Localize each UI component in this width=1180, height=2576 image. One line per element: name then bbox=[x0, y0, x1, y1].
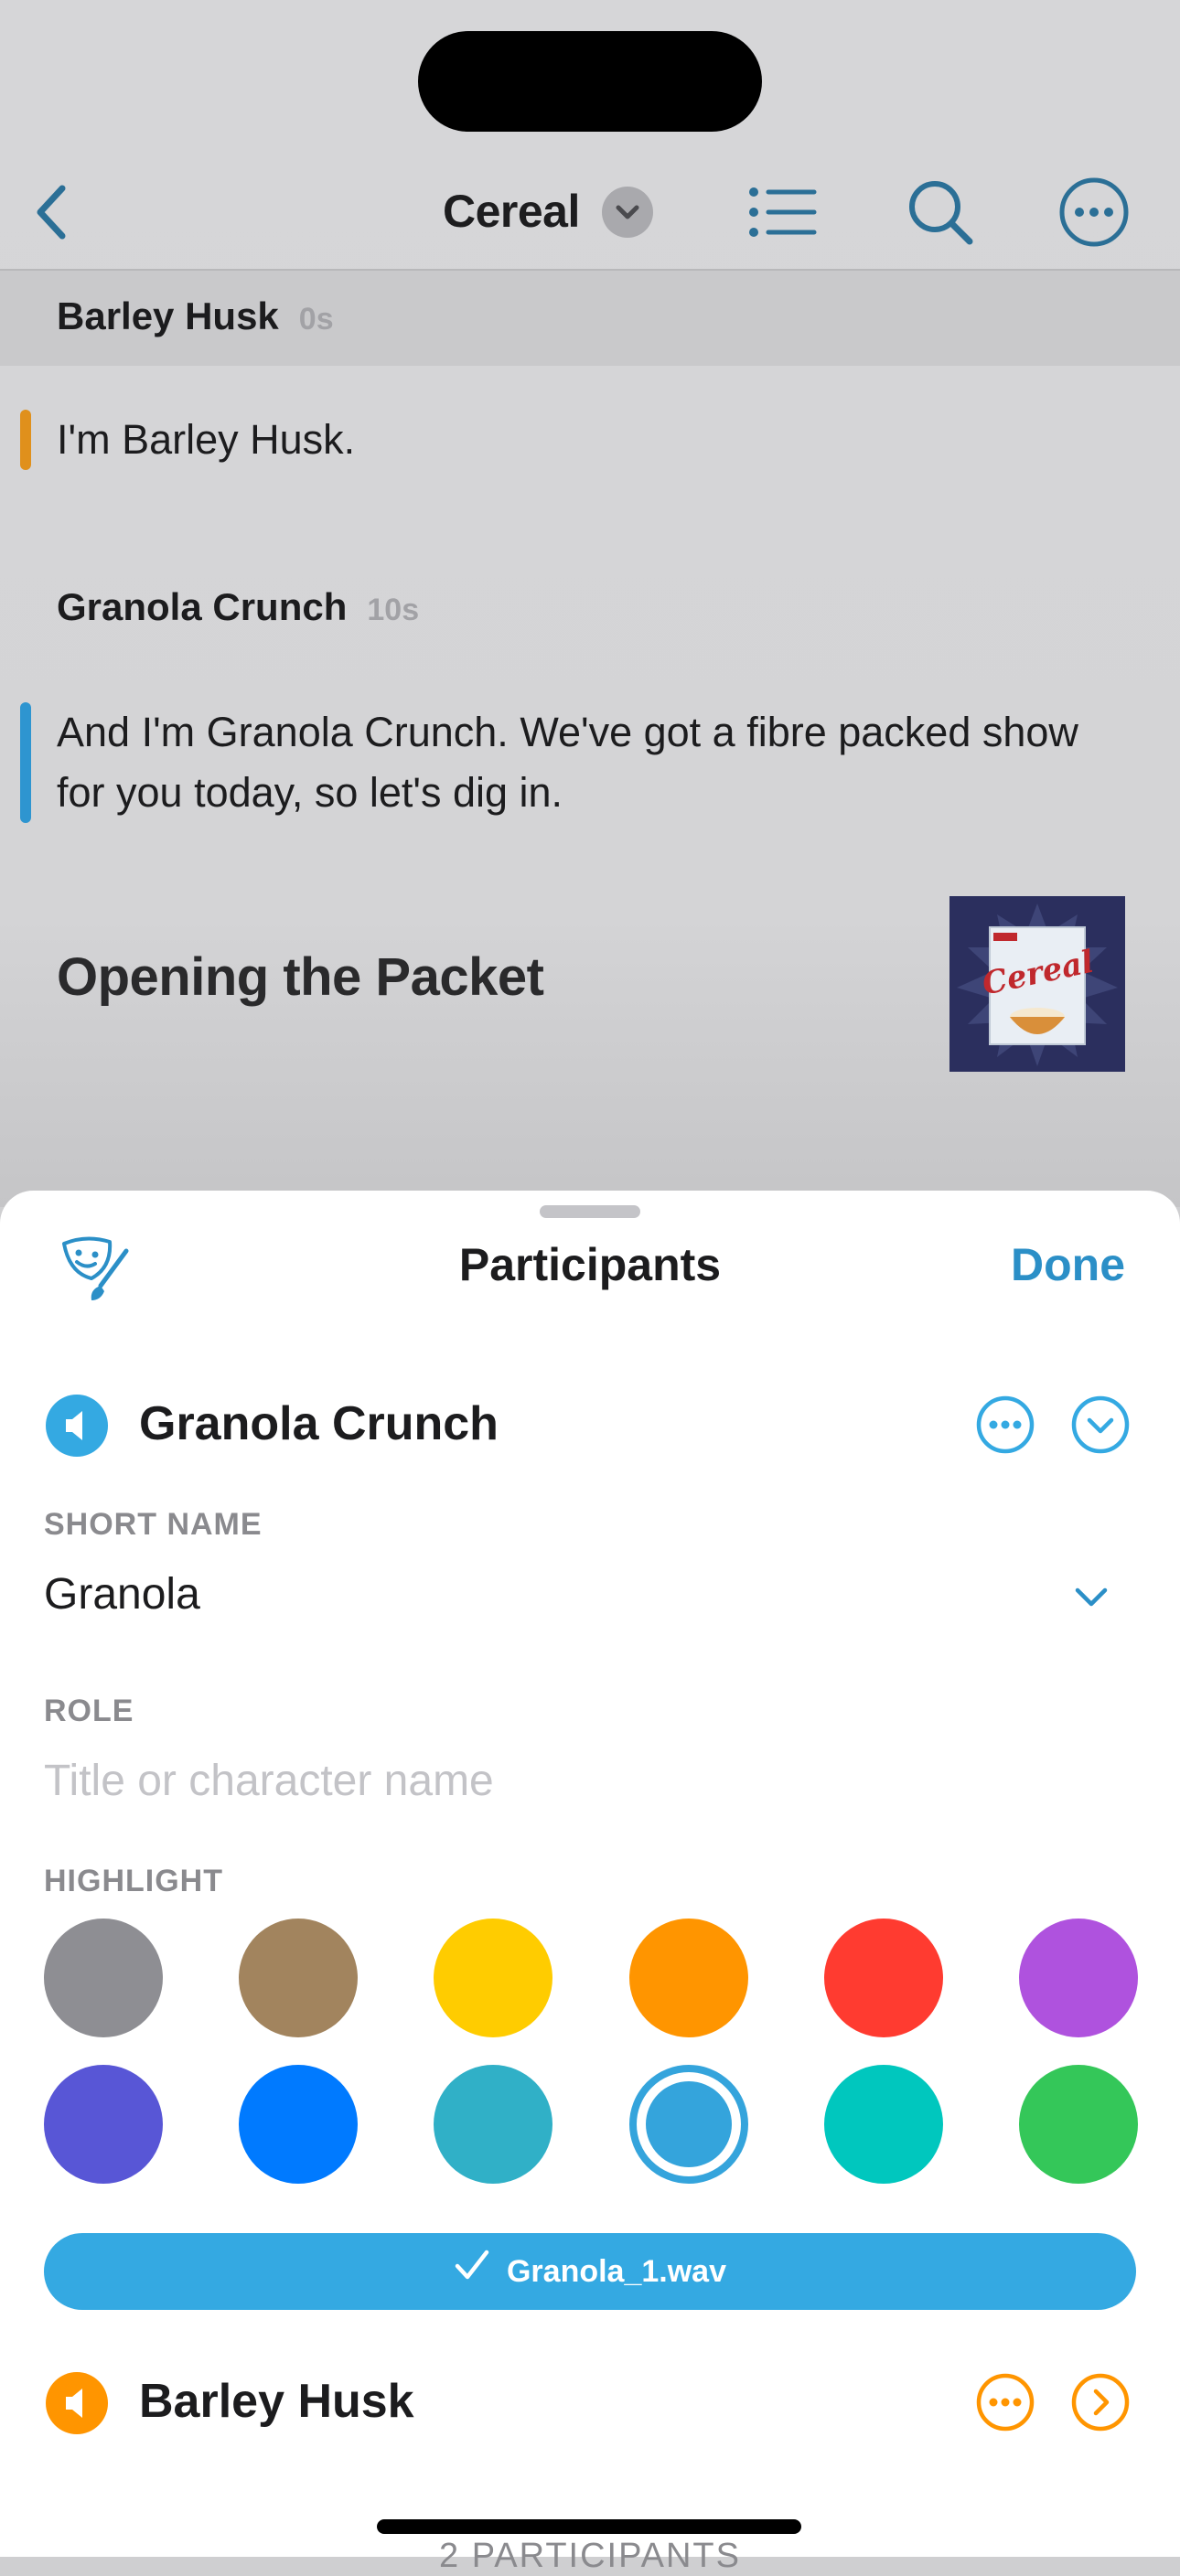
chevron-down-icon bbox=[1075, 1587, 1108, 1607]
checkmark-icon bbox=[454, 2235, 490, 2312]
highlight-color-swatch[interactable] bbox=[1019, 1919, 1138, 2037]
speaker-name-text: Barley Husk bbox=[57, 294, 279, 337]
speaker-icon bbox=[66, 1411, 82, 1440]
highlight-color-swatch[interactable] bbox=[239, 2065, 358, 2184]
done-button[interactable]: Done bbox=[1011, 1238, 1125, 1291]
speaker-name[interactable]: Barley Husk 0s bbox=[57, 294, 334, 338]
title-menu-button[interactable] bbox=[602, 187, 653, 238]
participant-row[interactable]: Granola Crunch bbox=[0, 1378, 1180, 1470]
participant-collapse-button[interactable] bbox=[1070, 1395, 1131, 1455]
audio-file-button[interactable]: Granola_1.wav bbox=[44, 2233, 1136, 2310]
highlight-color-swatch[interactable] bbox=[434, 1919, 552, 2037]
participant-row[interactable]: Barley Husk bbox=[0, 2356, 1180, 2447]
short-name-label: SHORT NAME bbox=[44, 1507, 263, 1542]
highlight-color-swatch[interactable] bbox=[44, 1919, 163, 2037]
navigation-bar: Cereal bbox=[0, 155, 1180, 271]
search-button[interactable] bbox=[902, 174, 979, 251]
role-label: ROLE bbox=[44, 1694, 134, 1728]
highlight-color-swatch[interactable] bbox=[629, 1919, 748, 2037]
participant-expand-button[interactable] bbox=[1070, 2372, 1131, 2432]
highlight-color-swatch[interactable] bbox=[824, 2065, 943, 2184]
participant-more-button[interactable] bbox=[975, 1395, 1035, 1455]
document-title[interactable]: Cereal bbox=[443, 179, 580, 243]
sheet-grabber[interactable] bbox=[540, 1205, 640, 1218]
short-name-field[interactable]: Granola bbox=[44, 1569, 200, 1619]
chevron-down-icon bbox=[616, 205, 639, 219]
utterance-text[interactable]: And I'm Granola Crunch. We've got a fibr… bbox=[57, 702, 1125, 823]
highlight-color-swatch[interactable] bbox=[1019, 2065, 1138, 2184]
ellipsis-circle-icon bbox=[976, 2373, 1035, 2432]
highlight-color-swatch[interactable] bbox=[239, 1919, 358, 2037]
search-icon bbox=[909, 181, 973, 245]
more-options-button[interactable] bbox=[1056, 174, 1132, 251]
list-icon bbox=[749, 187, 817, 237]
highlight-color-swatch[interactable] bbox=[629, 2065, 748, 2184]
current-speaker-header: Barley Husk 0s bbox=[0, 271, 1180, 366]
home-indicator[interactable] bbox=[377, 2519, 801, 2534]
speaker-audio-button[interactable] bbox=[46, 1395, 108, 1457]
highlight-label: HIGHLIGHT bbox=[44, 1864, 223, 1898]
participant-name: Granola Crunch bbox=[139, 1397, 499, 1450]
back-button[interactable] bbox=[27, 176, 82, 249]
speaker-timestamp: 10s bbox=[367, 593, 420, 627]
chapter-artwork[interactable]: Cereal bbox=[949, 896, 1125, 1072]
chevron-right-circle-icon bbox=[1071, 2373, 1130, 2432]
transcript-screen: Cereal Barley Husk 0s I'm Barley Husk. G… bbox=[0, 0, 1180, 1207]
chapters-list-button[interactable] bbox=[743, 176, 821, 249]
participant-name: Barley Husk bbox=[139, 2375, 414, 2428]
audio-file-name: Granola_1.wav bbox=[506, 2254, 726, 2289]
speaker-name[interactable]: Granola Crunch 10s bbox=[57, 585, 419, 629]
short-name-dropdown[interactable] bbox=[1070, 1576, 1112, 1618]
speaker-color-bar bbox=[20, 410, 31, 470]
speaker-timestamp: 0s bbox=[298, 302, 334, 337]
ellipsis-circle-icon bbox=[976, 1395, 1035, 1454]
highlight-color-swatch[interactable] bbox=[824, 1919, 943, 2037]
speaker-icon bbox=[66, 2389, 82, 2418]
role-field[interactable]: Title or character name bbox=[44, 1756, 494, 1806]
speaker-name-text: Granola Crunch bbox=[57, 585, 348, 628]
dynamic-island bbox=[418, 31, 762, 132]
cereal-box-image: Cereal bbox=[949, 896, 1125, 1072]
ellipsis-circle-icon bbox=[1059, 177, 1129, 247]
participant-more-button[interactable] bbox=[975, 2372, 1035, 2432]
highlight-color-swatch[interactable] bbox=[44, 2065, 163, 2184]
chevron-down-circle-icon bbox=[1071, 1395, 1130, 1454]
sheet-title: Participants bbox=[458, 1239, 722, 1290]
chapter-title[interactable]: Opening the Packet bbox=[57, 946, 544, 1008]
highlight-color-swatch[interactable] bbox=[434, 2065, 552, 2184]
speaker-audio-button[interactable] bbox=[46, 2372, 108, 2434]
highlight-color-picker bbox=[44, 1919, 1138, 2184]
speaker-color-bar bbox=[20, 702, 31, 823]
chevron-left-icon bbox=[37, 185, 66, 240]
utterance-text[interactable]: I'm Barley Husk. bbox=[57, 410, 1125, 470]
